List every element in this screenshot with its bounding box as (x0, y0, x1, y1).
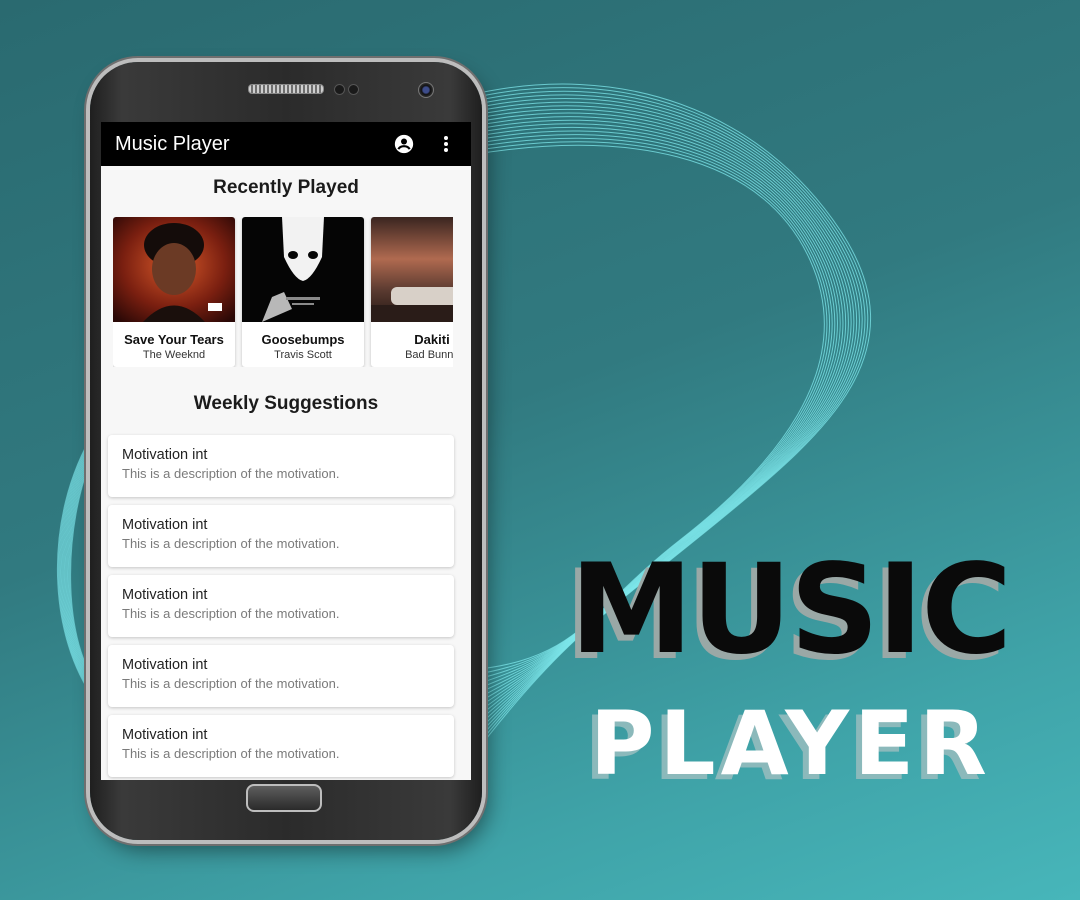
album-title: Goosebumps (261, 332, 345, 347)
weekly-suggestions-heading: Weekly Suggestions (193, 393, 379, 414)
more-vert-icon[interactable] (435, 133, 457, 155)
album-title: Dakiti (414, 332, 450, 347)
suggestion-description: This is a description of the motivation. (122, 746, 340, 761)
phone-top-bezel (90, 62, 482, 122)
recently-played-heading: Recently Played (213, 177, 359, 198)
suggestion-description: This is a description of the motivation. (122, 536, 340, 551)
suggestion-item[interactable]: Motivation int This is a description of … (108, 715, 454, 777)
suggestion-title: Motivation int (122, 447, 208, 463)
front-camera (418, 82, 434, 98)
album-card[interactable]: Save Your Tears The Weeknd (113, 217, 235, 367)
suggestion-title: Motivation int (122, 587, 208, 603)
album-art-dakiti (371, 217, 453, 322)
album-art-save-your-tears (113, 217, 235, 322)
album-card[interactable]: Goosebumps Travis Scott (242, 217, 364, 367)
promo-title-music: MUSIC (569, 538, 1013, 682)
app-bar: Music Player (101, 122, 471, 166)
suggestion-description: This is a description of the motivation. (122, 676, 340, 691)
weekly-suggestions-list: Motivation int This is a description of … (108, 435, 454, 777)
album-artist: Travis Scott (274, 349, 332, 361)
phone-mockup: Music Player Recently Played Save Your T… (90, 62, 482, 840)
suggestion-item[interactable]: Motivation int This is a description of … (108, 575, 454, 637)
phone-sensor (334, 84, 345, 95)
suggestion-title: Motivation int (122, 657, 208, 673)
phone-speaker (248, 84, 324, 94)
album-artist: Bad Bunny (405, 349, 453, 361)
suggestion-description: This is a description of the motivation. (122, 466, 340, 481)
recently-played-carousel[interactable]: Save Your Tears The Weeknd Goosebumps Tr… (113, 217, 453, 367)
album-title: Save Your Tears (124, 332, 224, 347)
album-artist: The Weeknd (142, 349, 206, 361)
app-title: Music Player (115, 132, 230, 155)
home-button[interactable] (246, 784, 322, 812)
promo-title-player: PLAYER (590, 692, 992, 795)
suggestion-item[interactable]: Motivation int This is a description of … (108, 505, 454, 567)
album-art-goosebumps (242, 217, 364, 322)
account-circle-icon[interactable] (393, 133, 415, 155)
suggestion-description: This is a description of the motivation. (122, 606, 340, 621)
suggestion-item[interactable]: Motivation int This is a description of … (108, 645, 454, 707)
suggestion-title: Motivation int (122, 517, 208, 533)
album-card[interactable]: Dakiti Bad Bunny (371, 217, 453, 367)
suggestion-title: Motivation int (122, 727, 208, 743)
app-screen: Music Player Recently Played Save Your T… (101, 122, 471, 780)
phone-sensor (348, 84, 359, 95)
suggestion-item[interactable]: Motivation int This is a description of … (108, 435, 454, 497)
